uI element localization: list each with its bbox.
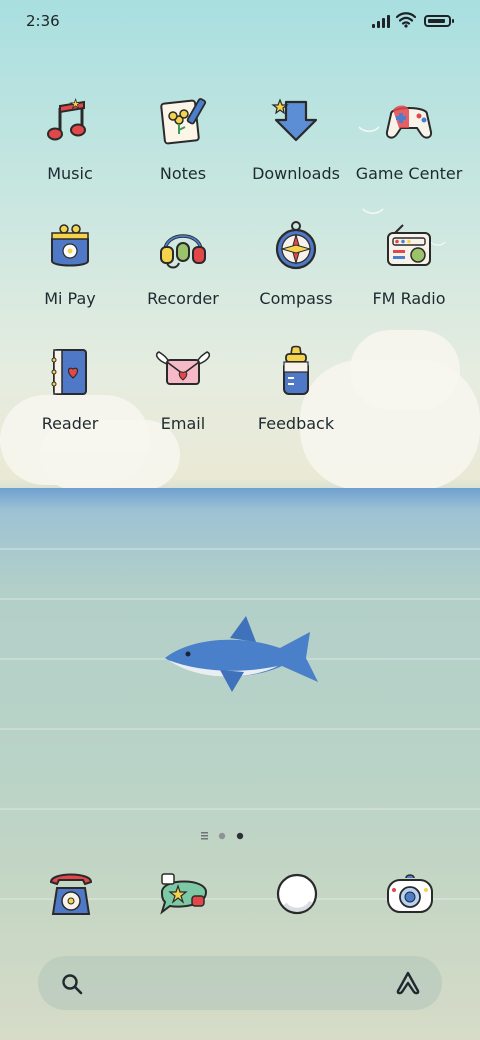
headphones-mic-icon (160, 234, 206, 269)
winged-envelope-icon (155, 351, 211, 385)
app-label: Game Center (355, 164, 463, 183)
app-label: Reader (41, 414, 99, 433)
dock-messages[interactable] (156, 866, 212, 922)
app-music[interactable]: Music (15, 94, 125, 183)
app-game-center[interactable]: Game Center (354, 94, 464, 183)
search-bar[interactable] (38, 956, 442, 1010)
radio-icon (387, 224, 431, 266)
wifi-icon (396, 12, 416, 28)
coin-purse-icon (51, 224, 89, 267)
music-note-icon (47, 98, 86, 141)
shark-icon (165, 616, 318, 692)
baby-bottle-icon (283, 345, 309, 395)
app-notes[interactable]: Notes (128, 94, 238, 183)
cellular-signal-icon (372, 15, 390, 28)
app-mi-pay[interactable]: Mi Pay (15, 219, 125, 308)
app-downloads[interactable]: Downloads (241, 94, 351, 183)
app-label: Recorder (147, 289, 219, 308)
page-dot-active (236, 832, 244, 840)
cloud (350, 330, 460, 410)
download-arrow-icon (271, 98, 318, 142)
app-label: Notes (159, 164, 207, 183)
status-bar: 2:36 (0, 0, 480, 44)
compass-icon (275, 221, 317, 270)
app-email[interactable]: Email (128, 344, 238, 433)
app-label: Downloads (252, 164, 340, 183)
app-label: Compass (259, 289, 333, 308)
dock-browser[interactable] (269, 866, 325, 922)
dock-camera[interactable] (382, 866, 438, 922)
app-label: Feedback (257, 414, 335, 433)
dock-phone[interactable] (43, 866, 99, 922)
search-icon[interactable] (60, 972, 84, 996)
app-compass[interactable]: Compass (241, 219, 351, 308)
chat-bubble-icon (160, 873, 208, 915)
page-dot (218, 832, 226, 840)
notes-pencil-icon (160, 98, 207, 145)
book-heart-icon (51, 349, 87, 395)
page-indicator[interactable] (200, 830, 260, 842)
status-time: 2:36 (26, 12, 60, 30)
app-feedback[interactable]: Feedback (241, 344, 351, 433)
camera-icon (387, 874, 433, 913)
app-label: Email (160, 414, 206, 433)
app-reader[interactable]: Reader (15, 344, 125, 433)
app-label: Mi Pay (44, 289, 96, 308)
app-fm-radio[interactable]: FM Radio (354, 219, 464, 308)
app-label: FM Radio (372, 289, 446, 308)
app-label: Music (47, 164, 93, 183)
app-recorder[interactable]: Recorder (128, 219, 238, 308)
browser-ball-icon (276, 873, 318, 915)
assistant-icon[interactable] (394, 970, 422, 996)
list-icon (201, 832, 208, 840)
battery-icon (424, 15, 454, 27)
gamepad-icon (385, 105, 433, 139)
telephone-icon (49, 873, 93, 915)
